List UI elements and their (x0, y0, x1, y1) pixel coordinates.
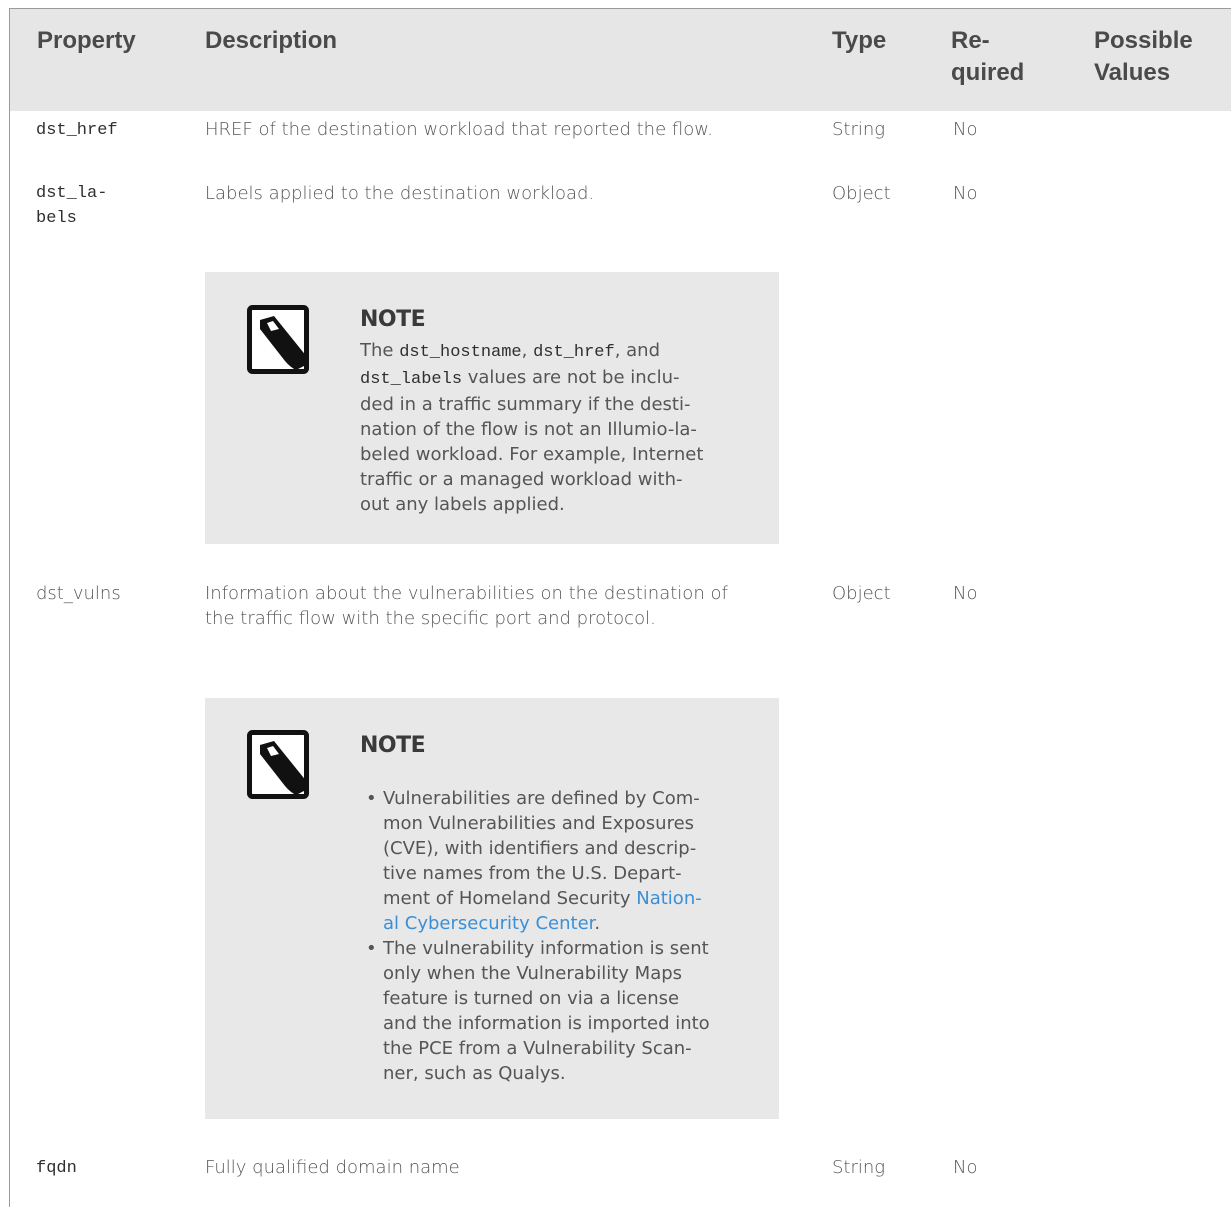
row-dst-vulns-type: Object (832, 583, 891, 604)
row-dst-labels-type: Object (832, 183, 891, 204)
code-dst-labels: dst_labels (360, 370, 463, 389)
note-pencil-icon (247, 730, 309, 799)
note-title: NOTE (360, 307, 426, 332)
note-line: ment of Homeland Security Nation- (383, 886, 750, 911)
row-dst-href-required: No (953, 119, 978, 140)
header-possible-line1: Possible (1094, 27, 1193, 54)
row-dst-vulns-required: No (953, 583, 978, 604)
note-body: The dst_hostname, dst_href, and dst_labe… (360, 338, 745, 517)
row-dst-labels-property-line1: dst_la- (36, 184, 108, 203)
row-dst-vulns-description-line1: Information about the vulnerabilities on… (205, 583, 728, 604)
header-required: Re- quired (951, 25, 1024, 89)
note-line: The vulnerability information is sent (383, 938, 709, 959)
note-line: mon Vulnerabilities and Exposures (383, 813, 695, 834)
note-box-labels: NOTE The dst_hostname, dst_href, and dst… (205, 272, 779, 544)
note-pencil-icon (247, 305, 309, 374)
bullet-icon: • (366, 788, 377, 809)
note-bullet-list: • Vulnerabilities are defined by Com- mo… (360, 786, 750, 1086)
row-fqdn-required: No (953, 1157, 978, 1178)
note-line: dst_labels values are not be inclu- (360, 365, 745, 392)
header-possible-values: Possible Values (1094, 25, 1193, 89)
header-possible-line2: Values (1094, 59, 1171, 86)
note-line: traffic or a managed workload with- (360, 469, 683, 490)
header-property: Property (37, 27, 136, 54)
header-type: Type (832, 27, 887, 54)
row-dst-labels-required: No (953, 183, 978, 204)
row-fqdn-type: String (832, 1157, 886, 1178)
code-dst-href: dst_href (533, 343, 615, 362)
row-dst-href-description: HREF of the destination workload that re… (205, 119, 714, 140)
header-required-line2: quired (951, 59, 1025, 86)
row-dst-vulns-description-line2: the traffic flow with the specific port … (205, 608, 656, 629)
note-line: only when the Vulnerability Maps (383, 963, 683, 984)
note-line: Vulnerabilities are defined by Com- (383, 788, 700, 809)
note-text-fragment: The (360, 340, 400, 361)
header-required-line1: Re- (951, 27, 990, 54)
row-dst-labels-description: Labels applied to the destination worklo… (205, 183, 595, 204)
note-line: and the information is imported into (383, 1013, 710, 1034)
note-line: al Cybersecurity Center. (383, 911, 750, 936)
list-item: • The vulnerability information is sent … (360, 936, 750, 1086)
header-description: Description (205, 27, 338, 54)
note-text-fragment: values are not be inclu- (462, 367, 680, 388)
row-dst-href-type: String (832, 119, 886, 140)
ncc-link[interactable]: al Cybersecurity Center (383, 913, 594, 934)
note-line: feature is turned on via a license (383, 988, 680, 1009)
note-line: tive names from the U.S. Depart- (383, 863, 682, 884)
note-text-fragment: , and (614, 340, 661, 361)
note-line: The dst_hostname, dst_href, and (360, 338, 745, 365)
note-line: the PCE from a Vulnerability Scan- (383, 1038, 692, 1059)
note-title: NOTE (360, 733, 426, 758)
note-text-fragment: ment of Homeland Security (383, 888, 637, 909)
note-line: nation of the flow is not an Illumio-la- (360, 419, 697, 440)
note-line: beled workload. For example, Internet (360, 444, 704, 465)
ncc-link[interactable]: Nation- (636, 888, 701, 909)
note-line: ded in a traffic summary if the desti- (360, 394, 691, 415)
note-box-vulns: NOTE • Vulnerabilities are defined by Co… (205, 698, 779, 1119)
list-item: • Vulnerabilities are defined by Com- mo… (360, 786, 750, 936)
row-fqdn-property: fqdn (36, 1159, 77, 1178)
note-text-fragment: , (521, 340, 534, 361)
row-dst-vulns-description: Information about the vulnerabilities on… (205, 581, 728, 631)
note-line: ner, such as Qualys. (383, 1063, 566, 1084)
note-text-fragment: . (594, 913, 601, 934)
code-dst-hostname: dst_hostname (399, 343, 522, 362)
row-dst-labels-property-line2: bels (36, 209, 77, 228)
table-header: Property Description Type Re- quired Pos… (10, 9, 1231, 111)
row-dst-href-property: dst_href (36, 121, 118, 140)
row-fqdn-description: Fully qualified domain name (205, 1157, 460, 1178)
note-line: (CVE), with identifiers and descrip- (383, 838, 697, 859)
note-line: out any labels applied. (360, 494, 565, 515)
table-left-border (9, 8, 10, 1207)
bullet-icon: • (366, 938, 377, 959)
row-dst-labels-property: dst_la- bels (36, 181, 107, 231)
row-dst-vulns-property: dst_vulns (36, 583, 121, 604)
